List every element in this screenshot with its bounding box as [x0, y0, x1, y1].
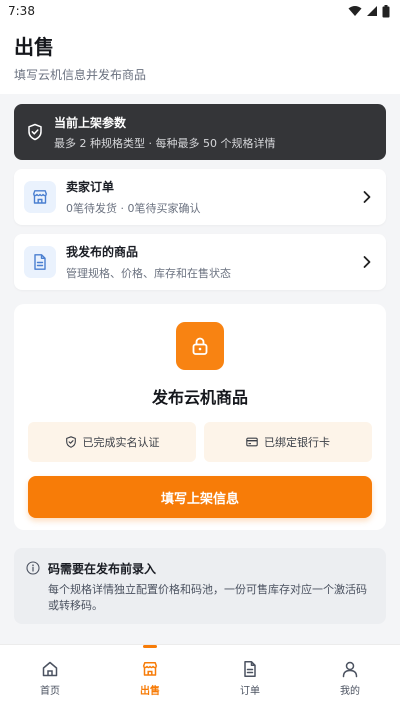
bank-card-bound-badge: 已绑定银行卡 — [204, 422, 372, 462]
tab-sell[interactable]: 出售 — [100, 645, 200, 711]
wifi-icon — [348, 6, 362, 16]
card-icon-container — [24, 181, 56, 213]
tab-orders[interactable]: 订单 — [200, 645, 300, 711]
info-icon — [26, 561, 40, 575]
home-icon — [42, 661, 58, 676]
publish-title: 发布云机商品 — [151, 388, 248, 407]
seller-orders-card[interactable]: 卖家订单 0笔待发货 · 0笔待买家确认 — [14, 169, 386, 225]
page-header: 出售 填写云机信息并发布商品 — [0, 22, 400, 94]
document-icon — [244, 660, 256, 677]
chevron-right-icon — [363, 191, 371, 203]
publish-card: 发布云机商品 已完成实名认证 已绑定银行卡 填写上架信息 — [14, 304, 386, 530]
shield-check-icon — [65, 436, 76, 448]
banner-title: 当前上架参数 — [54, 115, 127, 130]
signal-icon — [367, 6, 377, 16]
card-title: 我发布的商品 — [66, 245, 139, 259]
status-time: 7:38 — [8, 4, 35, 18]
tab-label: 订单 — [240, 685, 260, 697]
notice-title: 码需要在发布前录入 — [48, 562, 157, 576]
main-content: 当前上架参数 最多 2 种规格类型 · 每种最多 50 个规格详情 卖家订单 0… — [0, 94, 400, 624]
card-desc: 管理规格、价格、库存和在售状态 — [66, 267, 231, 280]
tab-label: 我的 — [340, 685, 360, 697]
code-entry-notice: 码需要在发布前录入 每个规格详情独立配置价格和码池，一份可售库存对应一个激活码或… — [14, 548, 386, 624]
banner-desc: 最多 2 种规格类型 · 每种最多 50 个规格详情 — [54, 136, 276, 150]
tab-me[interactable]: 我的 — [300, 645, 400, 711]
fill-listing-info-button[interactable]: 填写上架信息 — [28, 476, 372, 518]
battery-icon — [382, 4, 390, 17]
verification-badges: 已完成实名认证 已绑定银行卡 — [28, 422, 372, 462]
store-icon — [142, 661, 158, 676]
badge-label: 已完成实名认证 — [82, 436, 160, 449]
lock-icon-container — [176, 322, 224, 370]
tab-home[interactable]: 首页 — [0, 645, 100, 711]
bank-card-icon — [246, 437, 258, 447]
my-products-card[interactable]: 我发布的商品 管理规格、价格、库存和在售状态 — [14, 234, 386, 290]
document-icon — [34, 254, 46, 270]
active-tab-indicator — [143, 645, 157, 648]
card-desc: 0笔待发货 · 0笔待买家确认 — [66, 202, 201, 215]
listing-params-banner: 当前上架参数 最多 2 种规格类型 · 每种最多 50 个规格详情 — [14, 104, 386, 160]
bottom-tab-bar: 首页 出售 订单 我的 — [0, 644, 400, 711]
page-title: 出售 — [14, 35, 54, 59]
tab-label: 出售 — [140, 685, 160, 697]
card-icon-container — [24, 246, 56, 278]
tab-label: 首页 — [40, 685, 60, 697]
badge-label: 已绑定银行卡 — [264, 436, 330, 449]
status-icons — [348, 4, 390, 18]
realname-verified-badge: 已完成实名认证 — [28, 422, 196, 462]
shield-icon — [28, 123, 42, 141]
status-bar: 7:38 — [0, 0, 400, 22]
lock-icon — [192, 337, 208, 355]
page-subtitle: 填写云机信息并发布商品 — [14, 68, 147, 82]
user-icon — [342, 661, 358, 677]
store-icon — [32, 190, 48, 204]
notice-desc: 每个规格详情独立配置价格和码池，一份可售库存对应一个激活码或转移码。 — [48, 583, 367, 612]
card-title: 卖家订单 — [66, 180, 115, 194]
chevron-right-icon — [363, 256, 371, 268]
